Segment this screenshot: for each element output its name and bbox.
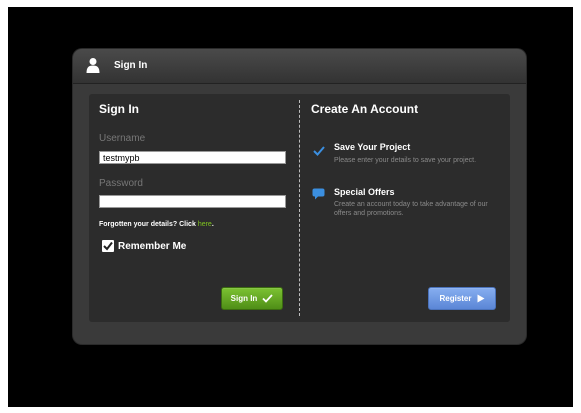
sign-in-dialog: Sign In Sign In Username Password Forgot… [73, 49, 526, 344]
feature-description: Create an account today to take advantag… [334, 201, 488, 217]
remember-me-label: Remember Me [118, 241, 187, 252]
screen-background: Sign In Sign In Username Password Forgot… [8, 7, 573, 407]
user-icon [86, 58, 100, 73]
forgot-details-text: Forgotten your details? Click here. [99, 221, 214, 228]
register-button-label: Register [439, 294, 472, 303]
forgot-here-link[interactable]: here [198, 221, 212, 228]
password-label: Password [99, 178, 143, 189]
column-divider [299, 100, 300, 316]
forgot-suffix: . [211, 221, 214, 228]
signin-heading: Sign In [99, 102, 139, 116]
dialog-title: Sign In [114, 60, 148, 71]
speech-bubble-icon [312, 188, 325, 200]
username-field[interactable] [99, 151, 286, 164]
feature-title: Save Your Project [334, 142, 411, 152]
checkmark-icon [262, 294, 273, 303]
password-field[interactable] [99, 195, 286, 208]
checkmark-icon [103, 241, 113, 251]
play-arrow-icon [477, 294, 484, 303]
create-account-heading: Create An Account [311, 102, 419, 116]
register-button[interactable]: Register [428, 287, 496, 310]
remember-me-checkbox[interactable] [102, 240, 114, 252]
forgot-text: Forgotten your details? Click [99, 221, 196, 228]
content-panel: Sign In Username Password Forgotten your… [89, 94, 510, 322]
feature-title: Special Offers [334, 187, 395, 197]
dialog-header: Sign In [73, 49, 526, 84]
feature-description: Please enter your details to save your p… [334, 157, 477, 164]
username-label: Username [99, 133, 146, 144]
sign-in-button[interactable]: Sign In [221, 287, 283, 310]
checkmark-icon [313, 146, 325, 156]
sign-in-button-label: Sign In [230, 294, 258, 303]
